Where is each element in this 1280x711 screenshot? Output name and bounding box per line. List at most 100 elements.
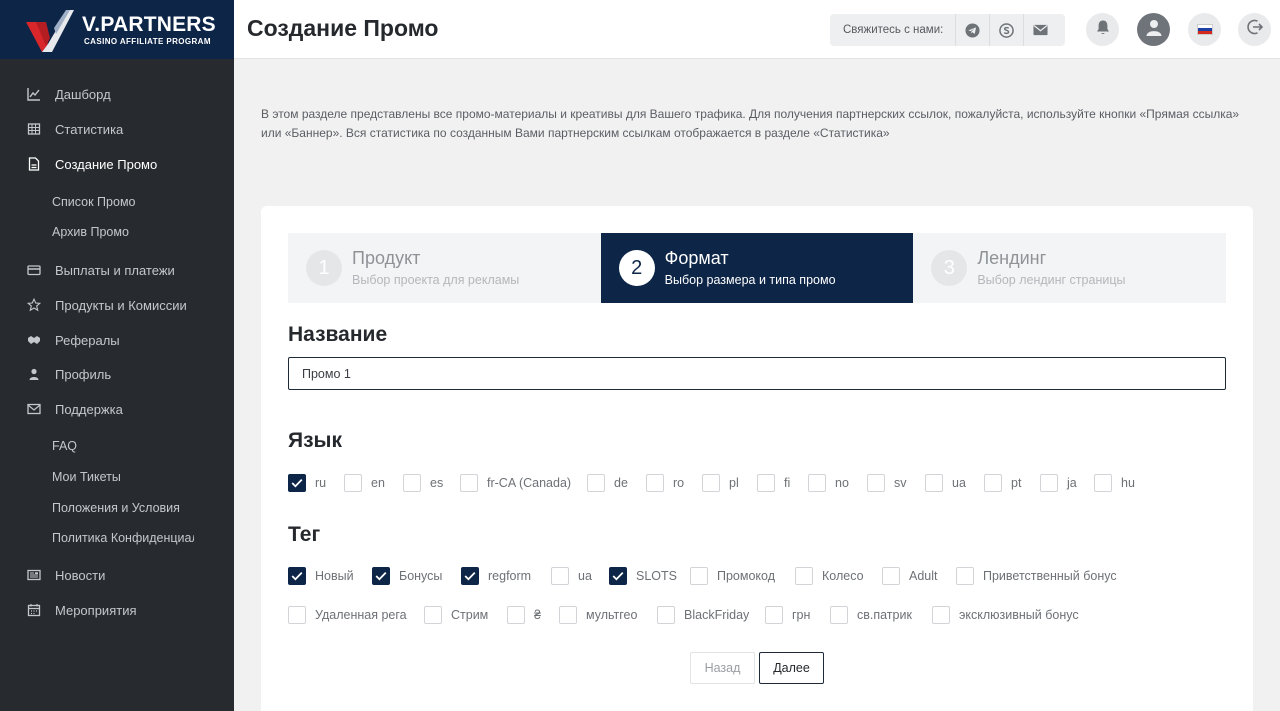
tag-checkbox-ua[interactable]: ua	[551, 566, 592, 586]
sidebar-subitem-my-tickets[interactable]: Мои Тикеты	[52, 466, 222, 488]
checkbox-unchecked[interactable]	[1040, 474, 1058, 492]
tag-checkbox-blackfriday[interactable]: BlackFriday	[657, 605, 749, 625]
language-checkbox-fr-ca-canada[interactable]: fr-CA (Canada)	[460, 473, 571, 493]
step-product[interactable]: 1 Продукт Выбор проекта для рекламы	[288, 233, 601, 303]
back-button[interactable]: Назад	[690, 652, 755, 684]
tag-checkbox-приветственный-бонус[interactable]: Приветственный бонус	[956, 566, 1117, 586]
language-checkbox-hu[interactable]: hu	[1094, 473, 1135, 493]
sidebar-subitem-privacy[interactable]: Политика Конфиденциальности	[52, 527, 194, 549]
brand-logo[interactable]: V.PARTNERS CASINO AFFILIATE PROGRAM	[24, 8, 216, 52]
tag-checkbox-промокод[interactable]: Промокод	[690, 566, 775, 586]
tag-checkbox-св-патрик[interactable]: св.патрик	[830, 605, 912, 625]
checkbox-unchecked[interactable]	[424, 606, 442, 624]
checkbox-unchecked[interactable]	[690, 567, 708, 585]
tag-checkbox-item[interactable]: ₴	[507, 605, 541, 625]
step-landing[interactable]: 3 Лендинг Выбор лендинг страницы	[913, 233, 1227, 303]
checkbox-unchecked[interactable]	[551, 567, 569, 585]
tag-checkbox-regform[interactable]: regform	[461, 566, 531, 586]
sidebar-item-products[interactable]: Продукты и Комиссии	[0, 290, 234, 320]
checkbox-unchecked[interactable]	[1094, 474, 1112, 492]
checkbox-unchecked[interactable]	[702, 474, 720, 492]
mail-icon[interactable]	[1023, 14, 1057, 46]
telegram-icon[interactable]	[955, 14, 989, 46]
checkbox-checked[interactable]	[288, 474, 306, 492]
tag-checkbox-slots[interactable]: SLOTS	[609, 566, 677, 586]
language-checkbox-ro[interactable]: ro	[646, 473, 684, 493]
language-checkbox-en[interactable]: en	[344, 473, 385, 493]
language-checkbox-es[interactable]: es	[403, 473, 443, 493]
user-avatar-button[interactable]	[1137, 13, 1170, 46]
logout-button[interactable]	[1238, 13, 1271, 46]
language-checkbox-pt[interactable]: pt	[984, 473, 1021, 493]
promo-form-card: 1 Продукт Выбор проекта для рекламы 2 Фо…	[261, 206, 1253, 711]
sidebar-item-dashboard[interactable]: Дашборд	[0, 79, 234, 109]
checkbox-unchecked[interactable]	[757, 474, 775, 492]
language-checkbox-pl[interactable]: pl	[702, 473, 739, 493]
checkbox-unchecked[interactable]	[403, 474, 421, 492]
sidebar-subitem-promo-archive[interactable]: Архив Промо	[52, 221, 222, 243]
checkbox-unchecked[interactable]	[882, 567, 900, 585]
checkbox-unchecked[interactable]	[344, 474, 362, 492]
checkbox-label: fi	[784, 476, 791, 490]
language-checkbox-de[interactable]: de	[587, 473, 628, 493]
sidebar-item-statistics[interactable]: Статистика	[0, 114, 234, 144]
step-subtitle: Выбор лендинг страницы	[977, 273, 1126, 287]
checkbox-checked[interactable]	[609, 567, 627, 585]
checkbox-label: Adult	[909, 569, 938, 583]
tag-checkbox-эксклюзивный-бонус[interactable]: эксклюзивный бонус	[932, 605, 1079, 625]
language-checkbox-no[interactable]: no	[808, 473, 849, 493]
sidebar-item-news[interactable]: Новости	[0, 560, 234, 590]
checkbox-unchecked[interactable]	[507, 606, 525, 624]
next-button[interactable]: Далее	[759, 652, 824, 684]
sidebar-subitem-terms[interactable]: Положения и Условия	[52, 497, 222, 519]
checkbox-unchecked[interactable]	[795, 567, 813, 585]
sidebar-item-payouts[interactable]: Выплаты и платежи	[0, 255, 234, 285]
tag-checkbox-колесо[interactable]: Колесо	[795, 566, 864, 586]
language-checkbox-ua[interactable]: ua	[925, 473, 966, 493]
language-checkbox-sv[interactable]: sv	[867, 473, 907, 493]
language-checkbox-ja[interactable]: ja	[1040, 473, 1077, 493]
brand-header[interactable]: V.PARTNERS CASINO AFFILIATE PROGRAM	[0, 0, 234, 59]
checkbox-unchecked[interactable]	[646, 474, 664, 492]
checkbox-unchecked[interactable]	[657, 606, 675, 624]
sidebar-subitem-promo-list[interactable]: Список Промо	[52, 191, 222, 213]
checkbox-unchecked[interactable]	[984, 474, 1002, 492]
sidebar-subitem-faq[interactable]: FAQ	[52, 435, 222, 457]
checkbox-unchecked[interactable]	[867, 474, 885, 492]
checkbox-unchecked[interactable]	[830, 606, 848, 624]
checkbox-unchecked[interactable]	[925, 474, 943, 492]
language-switch-button[interactable]	[1188, 13, 1221, 46]
newspaper-icon	[26, 567, 42, 583]
checkbox-checked[interactable]	[288, 567, 306, 585]
tag-checkbox-грн[interactable]: грн	[765, 605, 810, 625]
sidebar-item-events[interactable]: Мероприятия	[0, 595, 234, 625]
step-format[interactable]: 2 Формат Выбор размера и типа промо	[600, 233, 914, 303]
tag-checkbox-adult[interactable]: Adult	[882, 566, 938, 586]
checkbox-unchecked[interactable]	[587, 474, 605, 492]
language-checkbox-fi[interactable]: fi	[757, 473, 790, 493]
tag-checkbox-новый[interactable]: Новый	[288, 566, 354, 586]
promo-name-input[interactable]	[288, 357, 1226, 390]
tag-checkbox-бонусы[interactable]: Бонусы	[372, 566, 442, 586]
tag-checkbox-стрим[interactable]: Стрим	[424, 605, 488, 625]
checkbox-checked[interactable]	[461, 567, 479, 585]
checkbox-unchecked[interactable]	[559, 606, 577, 624]
sidebar-item-support[interactable]: Поддержка	[0, 394, 234, 424]
checkbox-unchecked[interactable]	[956, 567, 974, 585]
sidebar-item-referrals[interactable]: Рефералы	[0, 325, 234, 355]
language-checkbox-ru[interactable]: ru	[288, 473, 326, 493]
skype-icon[interactable]	[989, 14, 1023, 46]
tag-checkbox-мультгео[interactable]: мультгео	[559, 605, 637, 625]
checkbox-unchecked[interactable]	[765, 606, 783, 624]
checkbox-unchecked[interactable]	[288, 606, 306, 624]
checkbox-unchecked[interactable]	[808, 474, 826, 492]
checkbox-unchecked[interactable]	[932, 606, 950, 624]
sidebar-item-profile[interactable]: Профиль	[0, 359, 234, 389]
checkbox-unchecked[interactable]	[460, 474, 478, 492]
notifications-button[interactable]	[1086, 13, 1119, 46]
contact-us-bar: Свяжитесь с нами:	[830, 14, 1065, 46]
sidebar-item-create-promo[interactable]: Создание Промо	[0, 149, 234, 179]
tag-checkbox-удаленная-рега[interactable]: Удаленная рега	[288, 605, 407, 625]
checkbox-checked[interactable]	[372, 567, 390, 585]
language-section-title: Язык	[288, 429, 342, 452]
